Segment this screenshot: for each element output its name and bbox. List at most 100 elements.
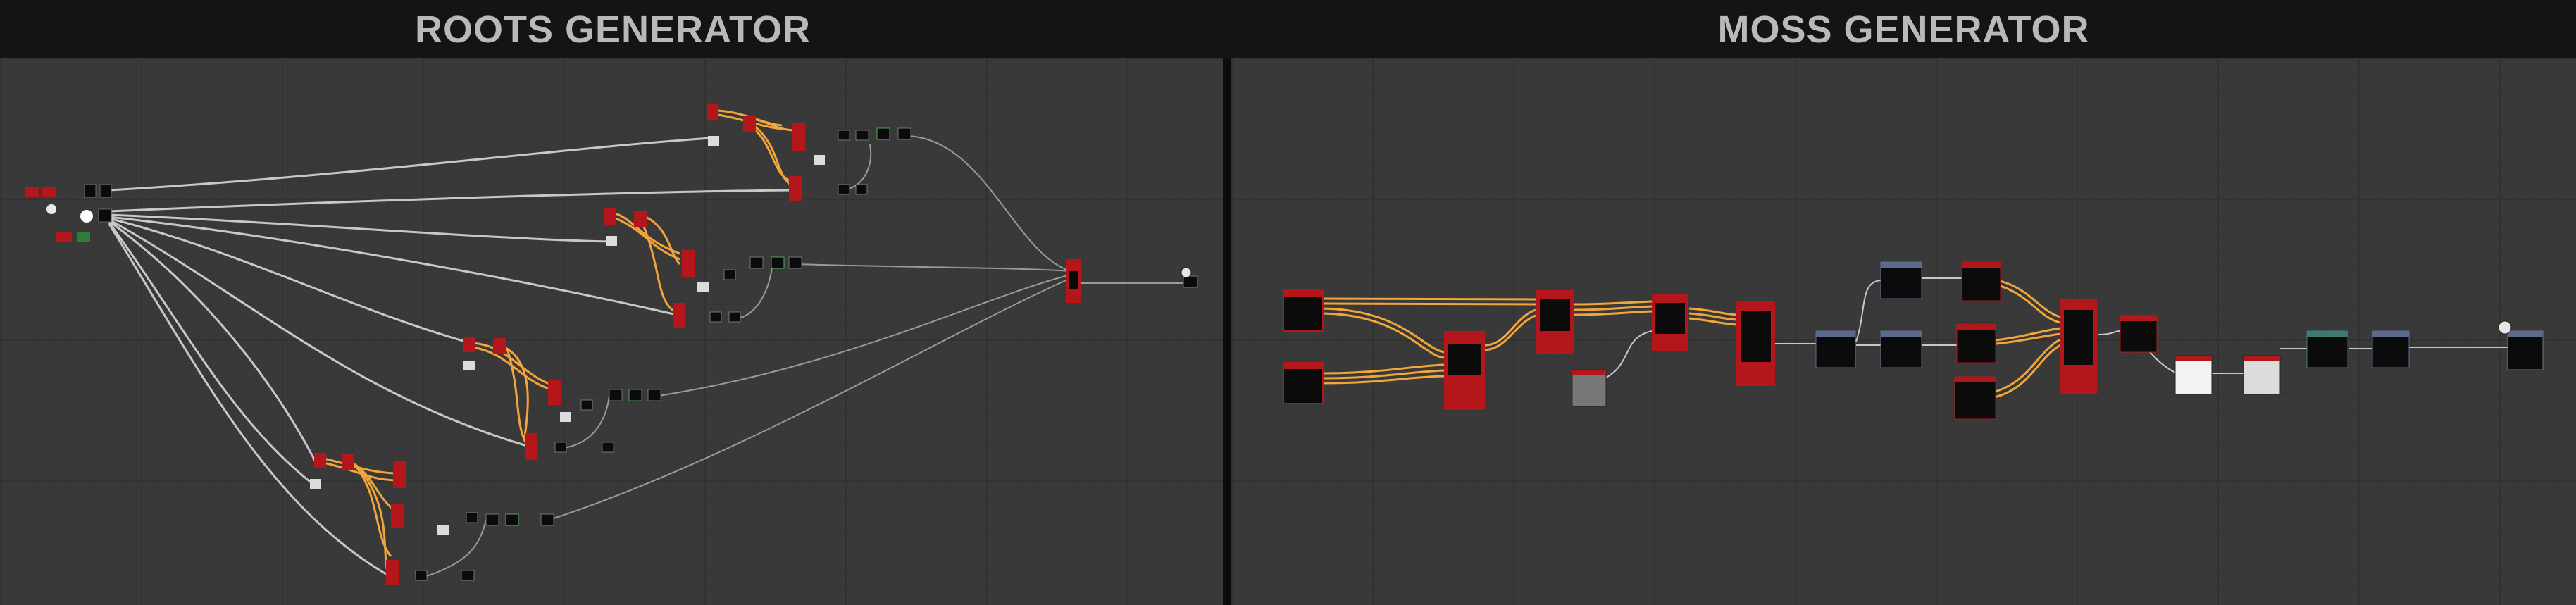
moss-mixer-thumb: [1448, 344, 1481, 375]
branch2-bitmap[interactable]: [606, 236, 617, 246]
branch1-node-i[interactable]: [838, 184, 850, 195]
moss-gradient-node-2[interactable]: [2243, 355, 2281, 395]
branch4-node-a[interactable]: [314, 453, 326, 468]
moss-gradient-node-2-header: [2244, 356, 2280, 361]
moss-node-f-header: [1881, 331, 1922, 337]
input-node-5[interactable]: [46, 204, 56, 214]
moss-orange-wires: [1322, 277, 2061, 401]
moss-node-g-header: [1962, 262, 2001, 268]
branch4-bitmap[interactable]: [310, 479, 321, 489]
moss-node-e-header: [1881, 262, 1922, 268]
input-node-6[interactable]: [80, 210, 93, 223]
moss-input-node-2-header: [1283, 363, 1323, 369]
roots-generator-title: ROOTS GENERATOR: [414, 8, 811, 51]
input-node-3[interactable]: [84, 184, 97, 198]
branch3-node-c[interactable]: [548, 380, 561, 405]
roots-output-group[interactable]: [1066, 259, 1198, 303]
moss-node-j-header: [2120, 316, 2157, 321]
moss-node-a-thumb: [1540, 299, 1570, 331]
branch2-node-b[interactable]: [634, 211, 647, 227]
branch1-node-a[interactable]: [707, 104, 718, 120]
output-icon: [1181, 267, 1192, 278]
roots-input-cluster[interactable]: [25, 184, 112, 242]
moss-node-d-header: [1816, 331, 1855, 337]
branch4-node-k[interactable]: [461, 570, 475, 581]
roots-node-graph: [25, 104, 1198, 585]
moss-node-l-header: [2372, 331, 2409, 337]
branch3-node-d[interactable]: [525, 433, 537, 460]
branch1-node-j[interactable]: [855, 184, 868, 195]
branch1-node-b[interactable]: [743, 116, 756, 132]
roots-branch-2[interactable]: [604, 208, 802, 328]
branch3-node-j[interactable]: [602, 442, 614, 453]
moss-noise-node-header: [1572, 370, 1606, 375]
branch3-node-i[interactable]: [554, 442, 567, 453]
branch3-node-a[interactable]: [463, 337, 475, 352]
branch2-node-i[interactable]: [709, 311, 722, 323]
branch4-node-i[interactable]: [540, 513, 554, 526]
branch3-node-b[interactable]: [493, 338, 506, 354]
input-node-1[interactable]: [25, 187, 39, 197]
branch2-node-f[interactable]: [749, 256, 764, 269]
branch4-node-j[interactable]: [415, 570, 428, 581]
branch4-node-e[interactable]: [386, 560, 399, 585]
moss-node-graph: [1283, 261, 2544, 420]
branch2-node-g[interactable]: [771, 256, 785, 269]
branch1-node-e[interactable]: [838, 130, 850, 141]
moss-node-k-header: [2307, 331, 2348, 337]
branch3-node-f[interactable]: [609, 389, 623, 401]
roots-white-wires: [108, 137, 795, 578]
roots-branch-3[interactable]: [463, 337, 661, 460]
moss-node-i[interactable]: [1954, 376, 1996, 420]
branch3-bitmap[interactable]: [463, 361, 475, 370]
branch4-node-f[interactable]: [466, 512, 478, 523]
branch4-node-c[interactable]: [393, 461, 406, 488]
branch4-node-d[interactable]: [391, 504, 404, 528]
input-node-2[interactable]: [42, 187, 56, 197]
branch2-node-c[interactable]: [682, 250, 695, 277]
branch4-bitmap-2[interactable]: [437, 525, 449, 535]
branch1-node-h[interactable]: [897, 127, 911, 140]
roots-branch-4[interactable]: [310, 453, 554, 585]
input-node-9[interactable]: [77, 232, 90, 242]
roots-graph-canvas[interactable]: [0, 58, 1223, 605]
branch3-node-h[interactable]: [647, 389, 661, 401]
branch4-node-b[interactable]: [342, 454, 354, 470]
branch2-node-j[interactable]: [728, 311, 741, 323]
branch1-node-g[interactable]: [876, 127, 890, 140]
moss-output-node-header: [2508, 331, 2543, 337]
moss-input-node-1-header: [1283, 290, 1323, 297]
branch3-node-e[interactable]: [580, 399, 593, 411]
moss-node-b-thumb: [1655, 303, 1685, 334]
roots-blend-thumb: [1069, 271, 1078, 289]
branch1-node-f[interactable]: [855, 130, 869, 141]
output-icon: [2498, 320, 2512, 335]
branch2-node-a[interactable]: [604, 208, 616, 225]
panel-divider: [1223, 58, 1231, 605]
branch2-node-e[interactable]: [723, 269, 736, 280]
branch2-node-h[interactable]: [788, 256, 802, 269]
branch1-bitmap[interactable]: [708, 136, 719, 146]
branch3-node-g[interactable]: [628, 389, 642, 401]
branch1-bitmap-2[interactable]: [814, 155, 825, 165]
roots-gray-wires: [422, 135, 1183, 578]
branch2-node-d[interactable]: [673, 303, 685, 328]
header-bar: ROOTS GENERATOR MOSS GENERATOR: [0, 0, 2576, 58]
branch3-bitmap-2[interactable]: [560, 412, 571, 422]
input-node-4[interactable]: [99, 184, 112, 198]
moss-blend-thumb: [2064, 310, 2093, 365]
branch4-node-h[interactable]: [505, 513, 519, 526]
moss-node-g[interactable]: [1961, 261, 2001, 301]
branch2-bitmap-2[interactable]: [697, 282, 709, 292]
moss-node-h[interactable]: [1956, 323, 1996, 363]
moss-nodes[interactable]: [1283, 261, 2544, 420]
branch1-node-c[interactable]: [792, 123, 805, 151]
branch1-node-d[interactable]: [789, 176, 802, 201]
moss-gradient-node-1[interactable]: [2174, 355, 2213, 395]
input-node-8[interactable]: [56, 232, 72, 242]
branch4-node-g[interactable]: [485, 513, 499, 526]
moss-node-i-header: [1955, 377, 1996, 382]
input-node-7[interactable]: [98, 208, 112, 223]
moss-output-node[interactable]: [2507, 330, 2544, 370]
moss-graph-canvas[interactable]: [1231, 58, 2576, 605]
